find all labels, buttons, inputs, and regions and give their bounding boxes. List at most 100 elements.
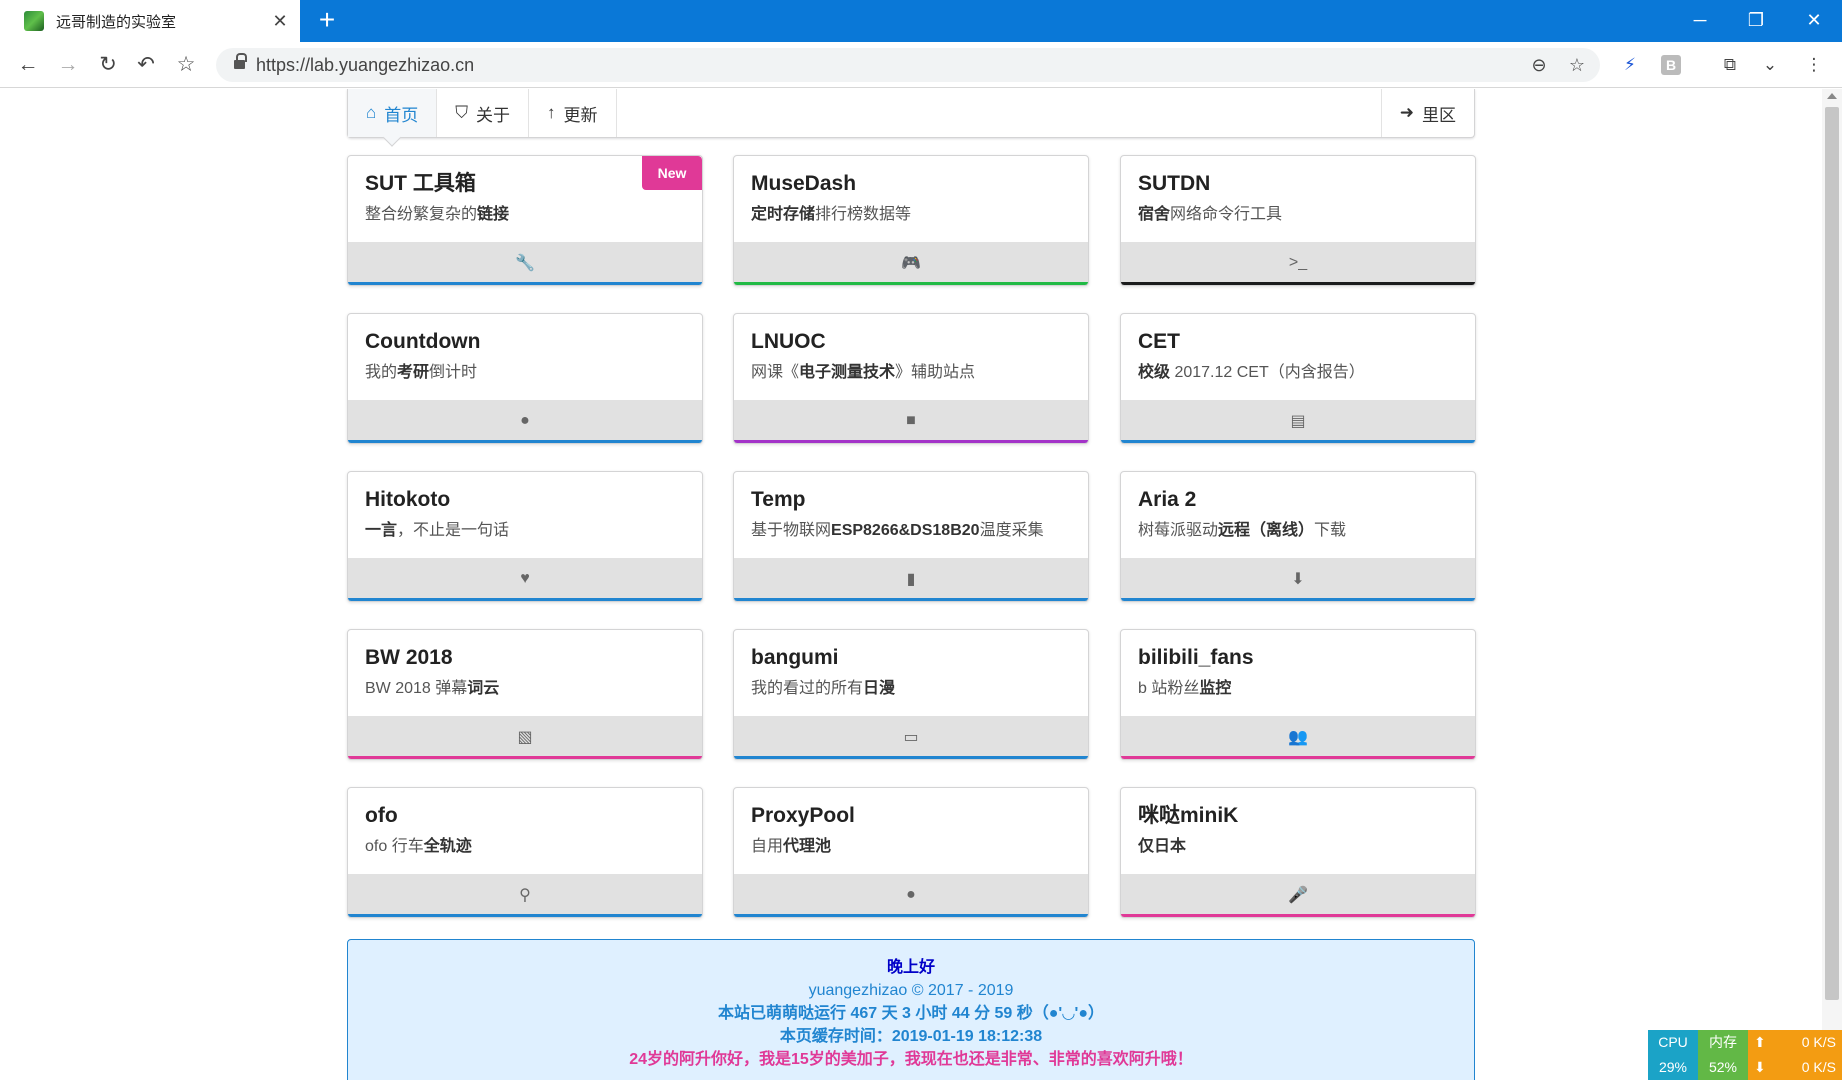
undo-icon[interactable]: ↶ [130, 49, 162, 81]
app-card[interactable]: LNUOC 网课《电子测量技术》辅助站点 ■ [733, 313, 1089, 444]
menu-item-home[interactable]: ⌂ 首页 [348, 89, 438, 137]
app-card[interactable]: 咪哒miniK 仅日本 🎤 [1120, 787, 1476, 918]
menu-item-inner[interactable]: ➜ 里区 [1382, 89, 1474, 137]
card-body: BW 2018 BW 2018 弹幕词云 [348, 630, 702, 716]
card-color-bar [734, 914, 1088, 917]
card-footer[interactable]: ■ [734, 400, 1088, 442]
app-card[interactable]: bilibili_fans b 站粉丝监控 👥 [1120, 629, 1476, 760]
site-favicon-icon [24, 11, 44, 31]
restore-button[interactable]: ❐ [1728, 0, 1784, 40]
card-description-text: 基于物联网 [751, 522, 832, 539]
back-icon[interactable]: ← [12, 49, 44, 81]
menu-item-label: 关于 [476, 105, 511, 125]
bookmark-star-icon[interactable]: ☆ [170, 49, 202, 81]
forward-icon[interactable]: → [52, 49, 84, 81]
app-card[interactable]: MuseDash 定时存储排行榜数据等 🎮 [733, 155, 1089, 286]
reload-icon[interactable]: ↻ [92, 49, 124, 81]
card-footer[interactable]: ● [348, 400, 702, 442]
lightning-extension-icon[interactable]: ⚡ [1616, 51, 1644, 79]
menu-item-update[interactable]: ↑ 更新 [529, 89, 617, 137]
scroll-up-icon[interactable] [1827, 93, 1837, 99]
card-footer[interactable]: ▧ [348, 716, 702, 758]
cpu-value: 29% [1658, 1059, 1688, 1075]
sign-in-icon: ➜ [1399, 103, 1414, 122]
card-description-text: ，不止是一句话 [397, 522, 510, 539]
zoom-out-icon[interactable]: ⊖ [1526, 52, 1552, 78]
card-footer[interactable]: 🎤 [1121, 874, 1475, 916]
card-body: CET 校级 2017.12 CET（内含报告） [1121, 314, 1475, 400]
card-footer[interactable]: 👥 [1121, 716, 1475, 758]
url-text[interactable]: https://lab.yuangezhizao.cn [256, 55, 474, 76]
card-footer[interactable]: ● [734, 874, 1088, 916]
page-scrollbar[interactable] [1822, 89, 1842, 1080]
app-card[interactable]: bangumi 我的看过的所有日漫 ▭ [733, 629, 1089, 760]
card-title: Temp [751, 488, 806, 511]
card-description-text: 温度采集 [979, 522, 1044, 539]
terminal-icon: >_ [1288, 254, 1308, 271]
app-card[interactable]: SUT 工具箱 整合纷繁复杂的链接 🔧 New [347, 155, 703, 286]
card-description-text: 》辅助站点 [895, 364, 976, 381]
card-footer[interactable]: >_ [1121, 242, 1475, 284]
card-color-bar [1121, 282, 1475, 285]
card-description-text: 自用 [751, 838, 784, 855]
download-arrow-icon: ⬇ [1754, 1059, 1766, 1075]
html5-icon: ⛉ [455, 103, 469, 122]
new-tab-button[interactable]: + [312, 6, 342, 36]
pocket-icon[interactable]: ⌄ [1756, 51, 1784, 79]
minimize-button[interactable]: ─ [1672, 0, 1728, 40]
app-card[interactable]: Aria 2 树莓派驱动远程（离线）下载 ⬇ [1120, 471, 1476, 602]
card-color-bar [348, 914, 702, 917]
card-description: 定时存储排行榜数据等 [751, 204, 1071, 226]
microphone-icon: 🎤 [1288, 887, 1308, 904]
card-description-emphasis: 监控 [1199, 680, 1232, 697]
app-card[interactable]: SUTDN 宿舍网络命令行工具 >_ [1120, 155, 1476, 286]
card-description-emphasis: 仅日本 [1138, 838, 1187, 855]
app-card[interactable]: Temp 基于物联网ESP8266&DS18B20温度采集 ▮ [733, 471, 1089, 602]
app-card[interactable]: CET 校级 2017.12 CET（内含报告） ▤ [1120, 313, 1476, 444]
card-body: bangumi 我的看过的所有日漫 [734, 630, 1088, 716]
bookmark-this-page-icon[interactable]: ☆ [1564, 52, 1590, 78]
card-description: 树莓派驱动远程（离线）下载 [1138, 520, 1458, 542]
scroll-thumb[interactable] [1825, 107, 1839, 1000]
circle-icon: ● [906, 886, 916, 903]
card-title: 咪哒miniK [1138, 804, 1239, 827]
card-description: b 站粉丝监控 [1138, 678, 1458, 700]
card-footer[interactable]: ▭ [734, 716, 1088, 758]
card-color-bar [734, 440, 1088, 443]
card-description-text: 整合纷繁复杂的 [365, 206, 478, 223]
footer-message-box: 晚上好 yuangezhizao © 2017 - 2019 本站已萌萌哒运行 … [347, 939, 1475, 1080]
close-window-button[interactable]: ✕ [1786, 0, 1842, 40]
menu-item-about[interactable]: ⛉ 关于 [437, 89, 530, 137]
app-card[interactable]: ProxyPool 自用代理池 ● [733, 787, 1089, 918]
card-description-emphasis: 电子测量技术 [799, 364, 896, 381]
card-description-text: 倒计时 [429, 364, 478, 381]
users-icon: 👥 [1288, 729, 1308, 746]
card-footer[interactable]: ♥ [348, 558, 702, 600]
card-title: CET [1138, 330, 1180, 353]
card-footer[interactable]: ▤ [1121, 400, 1475, 442]
crop-icon[interactable]: ⧉ [1716, 51, 1744, 79]
card-color-bar [348, 598, 702, 601]
app-card[interactable]: Countdown 我的考研倒计时 ● [347, 313, 703, 444]
tab-close-icon[interactable]: ✕ [260, 11, 300, 32]
app-card[interactable]: BW 2018 BW 2018 弹幕词云 ▧ [347, 629, 703, 760]
card-footer[interactable]: 🎮 [734, 242, 1088, 284]
card-footer[interactable]: ▮ [734, 558, 1088, 600]
card-footer[interactable]: ⚲ [348, 874, 702, 916]
address-bar[interactable]: https://lab.yuangezhizao.cn ⊖ ☆ [216, 48, 1600, 82]
browser-tab[interactable]: 远哥制造的实验室 ✕ [0, 0, 300, 42]
card-body: LNUOC 网课《电子测量技术》辅助站点 [734, 314, 1088, 400]
card-title: SUTDN [1138, 172, 1211, 195]
card-footer[interactable]: 🔧 [348, 242, 702, 284]
bicycle-icon: ⚲ [519, 887, 531, 904]
menu-item-label: 里区 [1422, 105, 1456, 125]
card-body: bilibili_fans b 站粉丝监控 [1121, 630, 1475, 716]
card-description-text: 排行榜数据等 [815, 206, 912, 223]
app-card[interactable]: Hitokoto 一言，不止是一句话 ♥ [347, 471, 703, 602]
card-footer[interactable]: ⬇ [1121, 558, 1475, 600]
card-title: Hitokoto [365, 488, 451, 511]
menu-dots-icon[interactable]: ⋮ [1800, 51, 1828, 79]
card-description: 基于物联网ESP8266&DS18B20温度采集 [751, 520, 1071, 542]
b-extension-icon[interactable]: B [1661, 55, 1681, 75]
app-card[interactable]: ofo ofo 行车全轨迹 ⚲ [347, 787, 703, 918]
